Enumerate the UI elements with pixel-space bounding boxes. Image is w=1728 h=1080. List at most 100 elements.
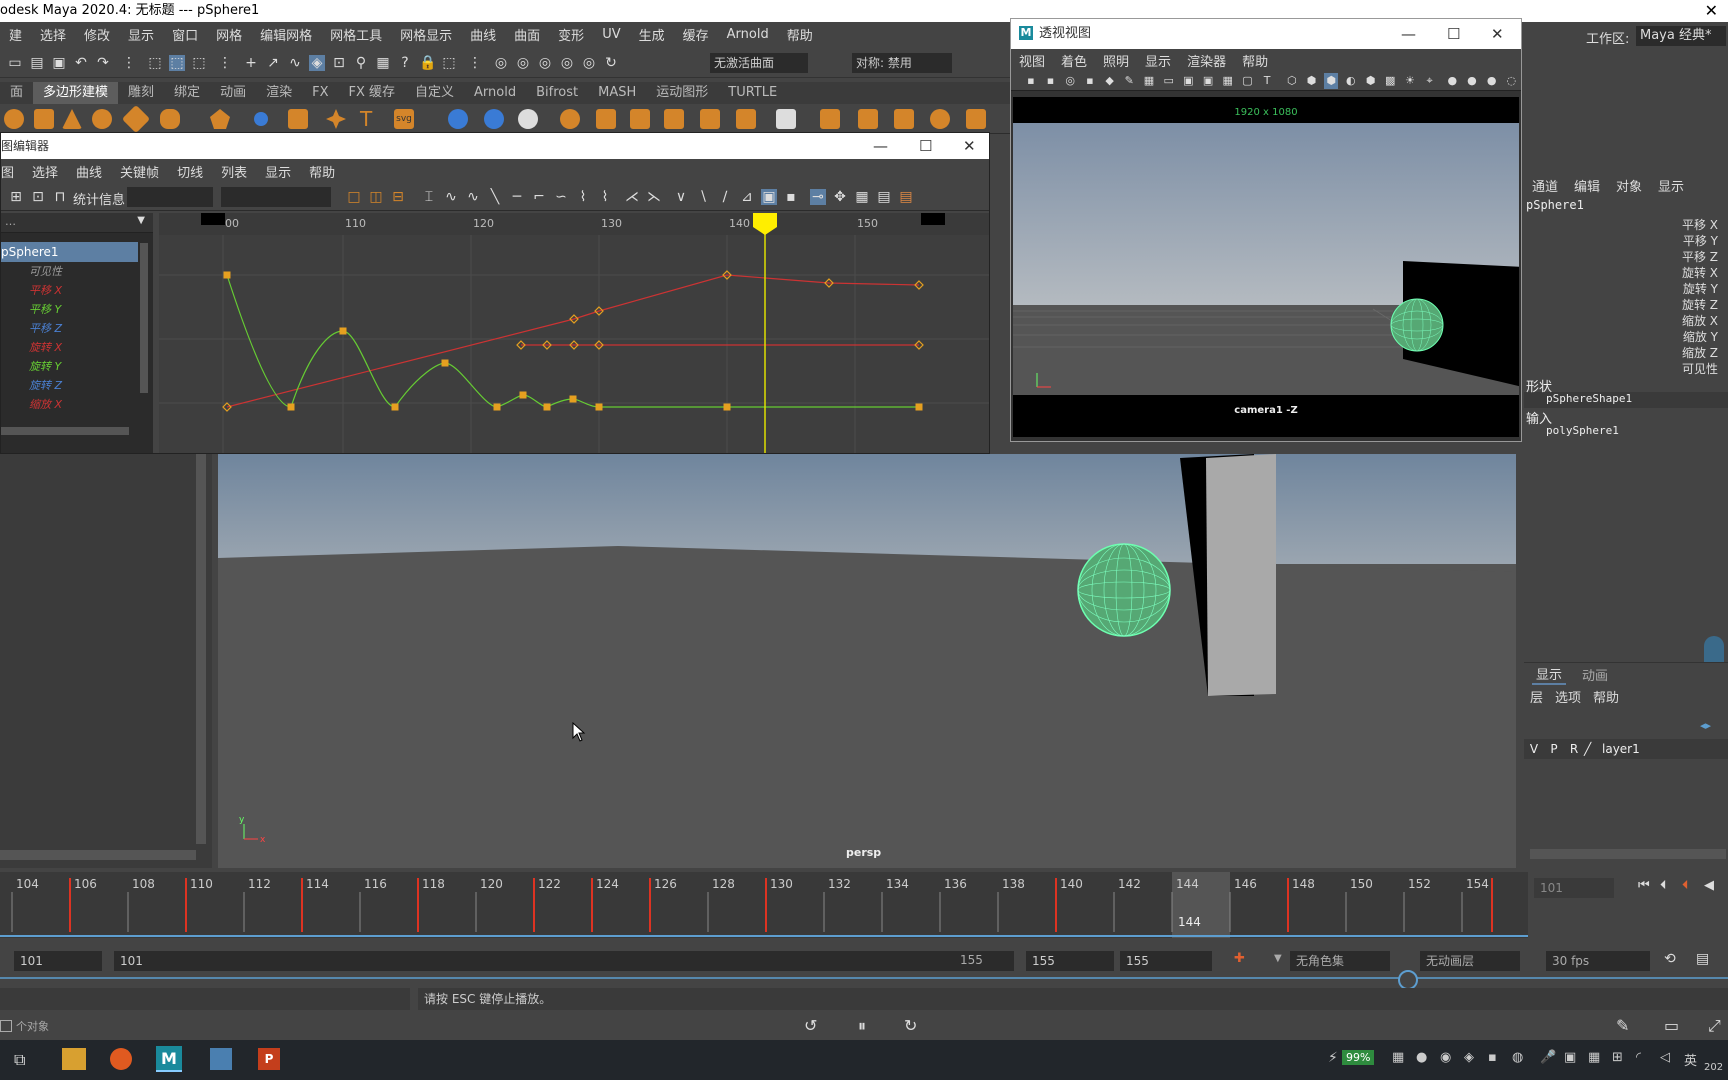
unify-tangent-icon[interactable]: ⋋ bbox=[646, 189, 662, 205]
render-settings-icon[interactable]: ◎ bbox=[537, 55, 553, 71]
pv-menu-item[interactable]: 显示 bbox=[1145, 51, 1171, 70]
powerpoint-icon[interactable]: P bbox=[258, 1048, 280, 1070]
chevron-down-icon[interactable]: ▼ bbox=[1274, 953, 1282, 964]
ime-indicator[interactable]: 英 bbox=[1684, 1050, 1697, 1069]
pv-menu-item[interactable]: 照明 bbox=[1103, 51, 1129, 70]
go-start-icon[interactable]: ⏮ bbox=[1638, 878, 1650, 893]
frame-selection-icon[interactable]: ◫ bbox=[368, 189, 384, 205]
xray-icon[interactable]: ● bbox=[1465, 73, 1479, 89]
field-chart-icon[interactable]: ▦ bbox=[1221, 73, 1235, 89]
history-icon[interactable]: ▦ bbox=[375, 55, 391, 71]
wifi-icon[interactable]: ◜ bbox=[1636, 1050, 1641, 1065]
poly-cube-icon[interactable] bbox=[34, 109, 54, 129]
render-icon[interactable]: ⬚ bbox=[441, 55, 457, 71]
shelf-tab[interactable]: Bifrost bbox=[526, 82, 588, 104]
menu-item[interactable]: 变形 bbox=[558, 25, 584, 44]
linear-tangent-icon[interactable]: ╲ bbox=[487, 189, 503, 205]
layer-tab-anim[interactable]: 动画 bbox=[1582, 665, 1608, 684]
move-key-icon[interactable]: ⊞ bbox=[8, 189, 24, 205]
shelf-tab[interactable]: 渲染 bbox=[256, 82, 302, 104]
shelf-tab[interactable]: 动画 bbox=[210, 82, 256, 104]
outliner-object[interactable]: pSphere1 bbox=[1, 242, 138, 262]
persp-view-titlebar[interactable]: M 透视视图 — ☐ ✕ bbox=[1011, 19, 1521, 49]
maya-taskbar-icon[interactable]: M bbox=[156, 1046, 182, 1072]
channel-translate-y[interactable]: 平移 Y bbox=[1, 300, 153, 319]
swap-buffer-icon[interactable]: ⌇ bbox=[597, 189, 613, 205]
layer-visible-toggle[interactable]: V bbox=[1524, 742, 1544, 756]
close-icon[interactable]: ✕ bbox=[1491, 19, 1504, 49]
combine-icon[interactable] bbox=[560, 109, 580, 129]
character-set-select[interactable]: 无角色集 bbox=[1290, 951, 1390, 971]
redo-icon[interactable]: ↷ bbox=[95, 55, 111, 71]
smooth-shade-icon[interactable]: ⬢ bbox=[1305, 73, 1319, 89]
flat-tangent-icon[interactable]: ─ bbox=[509, 189, 525, 205]
tray-icon[interactable]: ◉ bbox=[1440, 1050, 1451, 1065]
separate-icon[interactable] bbox=[596, 109, 616, 129]
shelf-tab-active[interactable]: 多边形建模 bbox=[33, 82, 119, 104]
ipr-icon[interactable]: ◎ bbox=[515, 55, 531, 71]
menu-item[interactable]: 修改 bbox=[84, 25, 110, 44]
tray-icon[interactable]: ▦ bbox=[1392, 1050, 1404, 1065]
isolate-icon[interactable]: ● bbox=[1445, 73, 1459, 89]
break-tangent-icon[interactable]: ⋌ bbox=[624, 189, 640, 205]
tray-icon[interactable]: ⊞ bbox=[1612, 1050, 1623, 1065]
play-back-icon[interactable]: ◀ bbox=[1704, 878, 1714, 893]
frame-all-icon[interactable]: □ bbox=[346, 189, 362, 205]
shelf-tab[interactable]: TURTLE bbox=[718, 82, 787, 104]
stats-value-field[interactable] bbox=[221, 187, 331, 207]
tray-icon[interactable]: ▪ bbox=[1488, 1050, 1497, 1065]
ge-menu-item[interactable]: 关键帧 bbox=[120, 162, 159, 181]
frame-playback-icon[interactable]: ⊟ bbox=[390, 189, 406, 205]
refresh-icon[interactable]: ↻ bbox=[603, 55, 619, 71]
help-icon[interactable]: ? bbox=[397, 55, 413, 71]
cb-menu-item[interactable]: 编辑 bbox=[1574, 176, 1600, 195]
safe-title-icon[interactable]: T bbox=[1260, 73, 1274, 89]
mel-input[interactable] bbox=[0, 988, 410, 1010]
boolean-icon[interactable] bbox=[736, 109, 756, 129]
super-shape-icon[interactable] bbox=[288, 109, 308, 129]
tray-icon[interactable]: ◈ bbox=[1464, 1050, 1474, 1065]
ge-menu-item[interactable]: 曲线 bbox=[76, 162, 102, 181]
maximize-icon[interactable]: ☐ bbox=[919, 133, 932, 159]
lasso-icon[interactable]: ◎ bbox=[493, 55, 509, 71]
extrude-icon[interactable] bbox=[518, 109, 538, 129]
mic-icon[interactable]: 🎤 bbox=[1540, 1050, 1556, 1065]
default-material-icon[interactable]: ⬢ bbox=[1324, 73, 1338, 89]
center-current-icon[interactable]: ⌶ bbox=[421, 189, 437, 205]
chevron-down-icon[interactable]: ▼ bbox=[137, 215, 145, 226]
cb-input-node[interactable]: polySphere1 bbox=[1524, 424, 1728, 440]
select-component-icon[interactable]: ⬚ bbox=[191, 55, 207, 71]
fill-hole-icon[interactable] bbox=[776, 109, 796, 129]
close-icon[interactable]: ✕ bbox=[963, 133, 976, 159]
film-gate-icon[interactable]: ▭ bbox=[1162, 73, 1176, 89]
left-hscrollbar[interactable] bbox=[0, 850, 196, 860]
pre-infinity-icon[interactable]: ▣ bbox=[761, 189, 777, 205]
shelf-tab[interactable]: FX bbox=[302, 82, 338, 104]
shelf-tab[interactable]: Arnold bbox=[464, 82, 526, 104]
step-tangent-icon[interactable]: ⌐ bbox=[531, 189, 547, 205]
curve-graph-svg[interactable]: 00 110 120 130 140 150 bbox=[159, 213, 989, 453]
buffer-curve-icon[interactable]: ⌇ bbox=[575, 189, 591, 205]
channel-rotate-z[interactable]: 旋转 Z bbox=[1, 376, 153, 395]
pv-menu-item[interactable]: 视图 bbox=[1019, 51, 1045, 70]
screen-icon[interactable]: ▭ bbox=[1664, 1016, 1679, 1035]
channel-rotate-x[interactable]: 旋转 X bbox=[1, 338, 153, 357]
pen-icon[interactable]: ✎ bbox=[1616, 1016, 1629, 1035]
start-time-field[interactable]: 101 bbox=[14, 951, 102, 971]
left-scrollbar[interactable] bbox=[196, 454, 206, 844]
textured-icon[interactable]: ◐ bbox=[1344, 73, 1358, 89]
grid-icon[interactable]: ▦ bbox=[1142, 73, 1156, 89]
key-icon[interactable]: ✚ bbox=[1234, 951, 1245, 966]
svg-icon[interactable]: svg bbox=[394, 109, 414, 129]
cb-attr[interactable]: 缩放 Y bbox=[1524, 328, 1728, 344]
channel-translate-x[interactable]: 平移 X bbox=[1, 281, 153, 300]
tray-icon[interactable]: ▣ bbox=[1564, 1050, 1576, 1065]
expand-icon[interactable]: ⤢ bbox=[1708, 1016, 1721, 1036]
channel-visibility[interactable]: 可见性 bbox=[1, 262, 153, 281]
ge-menu-item[interactable]: 选择 bbox=[32, 162, 58, 181]
range-handle[interactable] bbox=[1398, 970, 1418, 990]
playback-range-start[interactable]: 101 bbox=[114, 951, 1014, 971]
task-view-icon[interactable]: ⧉ bbox=[14, 1050, 25, 1070]
camera-icon[interactable]: ▪ bbox=[1024, 73, 1038, 89]
undo-icon[interactable]: ↶ bbox=[73, 55, 89, 71]
